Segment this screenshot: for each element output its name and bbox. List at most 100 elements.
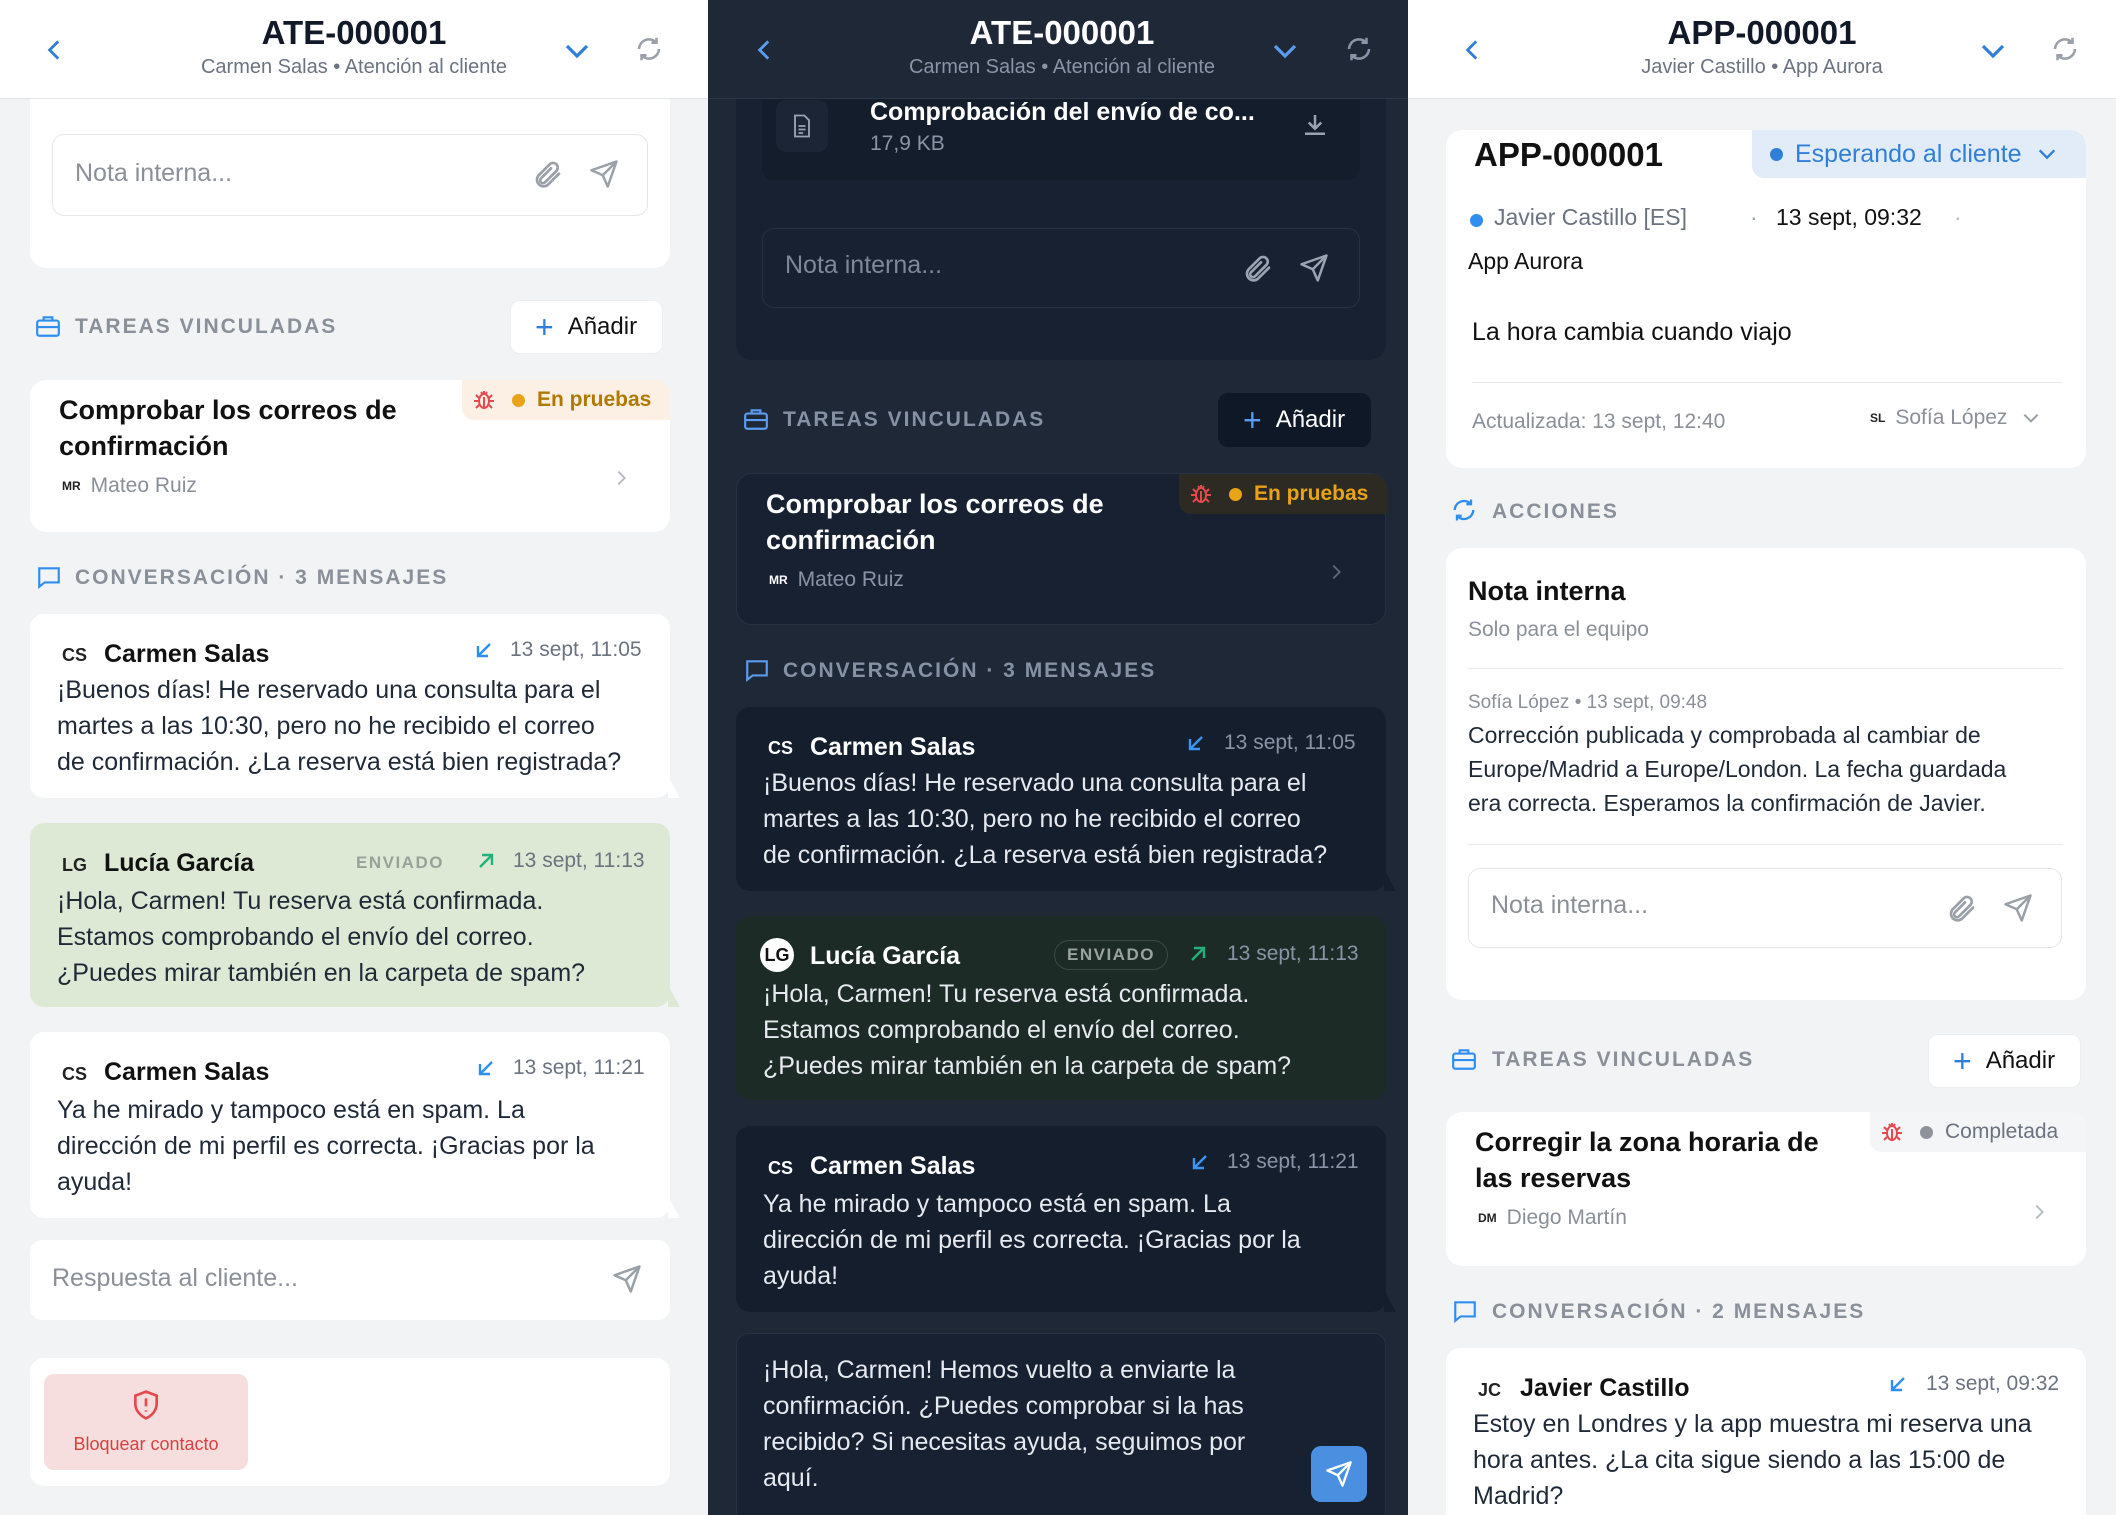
message-text: Estoy en Londres y la app muestra mi res… <box>1473 1410 2032 1438</box>
message-text: dirección de mi perfil es correcta. ¡Gra… <box>763 1226 1301 1254</box>
message-text: ¡Hola, Carmen! Tu reserva está confirmad… <box>763 980 1250 1008</box>
task-title-line2: confirmación <box>766 525 936 555</box>
reply-input[interactable]: ¡Hola, Carmen! Hemos vuelto a enviarte l… <box>736 1333 1386 1515</box>
message-text: ayuda! <box>763 1262 839 1290</box>
add-task-button[interactable]: + Añadir <box>1218 393 1371 447</box>
note-subtitle: Solo para el equipo <box>1468 618 1649 641</box>
internal-note-input[interactable]: Nota interna... <box>1468 868 2062 948</box>
tasks-heading: TAREAS VINCULADAS <box>783 408 1046 431</box>
send-icon[interactable] <box>589 159 619 189</box>
refresh-icon[interactable] <box>634 34 664 64</box>
assignee-initials: MR <box>62 479 81 493</box>
task-card[interactable]: Comprobar los correos de confirmación MR… <box>736 473 1387 625</box>
note-title: Nota interna <box>1468 576 1626 606</box>
paperclip-icon[interactable] <box>1241 253 1273 285</box>
ticket-subtitle: Javier Castillo • App Aurora <box>1641 56 1883 78</box>
task-card[interactable]: Corregir la zona horaria de las reservas… <box>1446 1112 2086 1266</box>
send-icon[interactable] <box>612 1264 642 1294</box>
actions-heading: ACCIONES <box>1492 500 1619 523</box>
ticket-subtitle: Carmen Salas • Atención al cliente <box>200 56 508 78</box>
add-task-button[interactable]: + Añadir <box>1928 1034 2081 1088</box>
message-text: Madrid? <box>1473 1482 1564 1510</box>
task-status: En pruebas <box>537 388 652 411</box>
message-author: Lucía García <box>104 849 255 877</box>
assignee-initials: DM <box>1478 1211 1497 1225</box>
chevron-down-icon[interactable] <box>1978 36 2008 66</box>
assignee-name: Diego Martín <box>1506 1206 1627 1229</box>
internal-note-card: Nota interna Solo para el equipo Sofía L… <box>1446 548 2086 1000</box>
ticket-title: APP-000001 <box>1667 14 1857 51</box>
paperclip-icon[interactable] <box>531 159 563 191</box>
add-task-button[interactable]: + Añadir <box>510 300 663 354</box>
refresh-icon[interactable] <box>2050 34 2080 64</box>
ticket-title: ATE-000001 <box>969 14 1155 51</box>
message-tail <box>668 1196 680 1218</box>
message-time: 13 sept, 11:21 <box>1227 1150 1359 1173</box>
message-initials: CS <box>62 645 88 665</box>
message: LG Lucía García ENVIADO 13 sept, 11:13 ¡… <box>736 916 1386 1100</box>
message-text: de confirmación. ¿La reserva está bien r… <box>57 748 622 776</box>
task-title-line2: las reservas <box>1475 1163 1632 1193</box>
message-text: ¿Puedes mirar también en la carpeta de s… <box>763 1052 1292 1080</box>
bug-icon <box>1880 1120 1904 1144</box>
assignee-name: Mateo Ruiz <box>90 474 197 497</box>
chevron-right-icon <box>2028 1198 2050 1226</box>
ticket-summary: La hora cambia cuando viajo <box>1472 318 1792 346</box>
message-tail <box>1384 869 1396 891</box>
internal-note-input[interactable]: Nota interna... <box>52 134 648 216</box>
message-initials: CS <box>768 738 794 758</box>
message-text: de confirmación. ¿La reserva está bien r… <box>763 841 1328 869</box>
draft-text: ¡Hola, Carmen! Hemos vuelto a enviarte l… <box>763 1356 1236 1384</box>
attachment-size: 17,9 KB <box>870 132 945 155</box>
footer-actions: Bloquear contacto <box>30 1358 670 1486</box>
message-time: 13 sept, 11:05 <box>1224 731 1356 754</box>
task-status: Completada <box>1945 1120 2059 1143</box>
internal-note-input[interactable]: Nota interna... <box>762 228 1360 308</box>
divider <box>1472 382 2062 383</box>
message-text: dirección de mi perfil es correcta. ¡Gra… <box>57 1132 595 1160</box>
block-contact-button[interactable]: Bloquear contacto <box>44 1374 248 1470</box>
assignee-name: Mateo Ruiz <box>797 568 904 591</box>
incoming-arrow-icon <box>472 638 496 662</box>
conversation-heading: CONVERSACIÓN · 2 MENSAJES <box>1492 1300 1866 1323</box>
document-icon <box>776 100 828 152</box>
requester: Javier Castillo [ES] <box>1494 204 1688 230</box>
task-title: Corregir la zona horaria de <box>1475 1127 1819 1157</box>
message: CS Carmen Salas 13 sept, 11:21 Ya he mir… <box>30 1032 670 1218</box>
refresh-icon[interactable] <box>1344 34 1374 64</box>
task-card[interactable]: Comprobar los correos de confirmación MR… <box>30 380 670 532</box>
task-status-badge: Completada <box>1870 1112 2086 1152</box>
draft-text: confirmación. ¿Puedes comprobar si la ha… <box>763 1392 1244 1420</box>
status-dropdown[interactable]: Esperando al cliente <box>1752 130 2086 178</box>
chat-icon <box>744 657 770 683</box>
tasks-heading: TAREAS VINCULADAS <box>1492 1048 1755 1071</box>
task-status-badge: En pruebas <box>1179 474 1387 514</box>
chevron-down-icon <box>2036 143 2058 165</box>
message-time: 13 sept, 11:13 <box>513 849 645 872</box>
note-card: Nota interna... <box>30 90 670 268</box>
ticket-app: App Aurora <box>1468 248 1584 274</box>
paperclip-icon[interactable] <box>1945 893 1977 925</box>
outgoing-arrow-icon <box>1186 942 1210 966</box>
assignee-dropdown[interactable]: SL Sofía López <box>1870 406 2041 430</box>
message-time: 13 sept, 09:32 <box>1926 1372 2060 1395</box>
send-icon[interactable] <box>1299 253 1329 283</box>
assignee-initials: MR <box>769 573 788 587</box>
task-assignee: DM Diego Martín <box>1478 1206 1627 1230</box>
note-text: era correcta. Esperamos la confirmación … <box>1468 790 1986 816</box>
reply-placeholder: Respuesta al cliente... <box>52 1264 298 1292</box>
chevron-down-icon[interactable] <box>1270 36 1300 66</box>
reply-input[interactable]: Respuesta al cliente... <box>30 1240 670 1320</box>
draft-text: recibido? Si necesitas ayuda, seguimos p… <box>763 1428 1246 1456</box>
message-tail <box>668 985 680 1007</box>
assignee-name: Sofía López <box>1895 406 2008 429</box>
send-button[interactable] <box>1311 1446 1367 1502</box>
chevron-down-icon[interactable] <box>562 36 592 66</box>
message-text: ¡Buenos días! He reservado una consulta … <box>763 769 1307 797</box>
attachment[interactable]: Comprobación del envío de co... 17,9 KB <box>762 90 1360 180</box>
requester-dot <box>1470 214 1483 227</box>
download-icon[interactable] <box>1300 110 1330 140</box>
briefcase-icon <box>742 406 770 432</box>
note-meta: Sofía López • 13 sept, 09:48 <box>1468 692 1708 713</box>
send-icon[interactable] <box>2003 893 2033 923</box>
